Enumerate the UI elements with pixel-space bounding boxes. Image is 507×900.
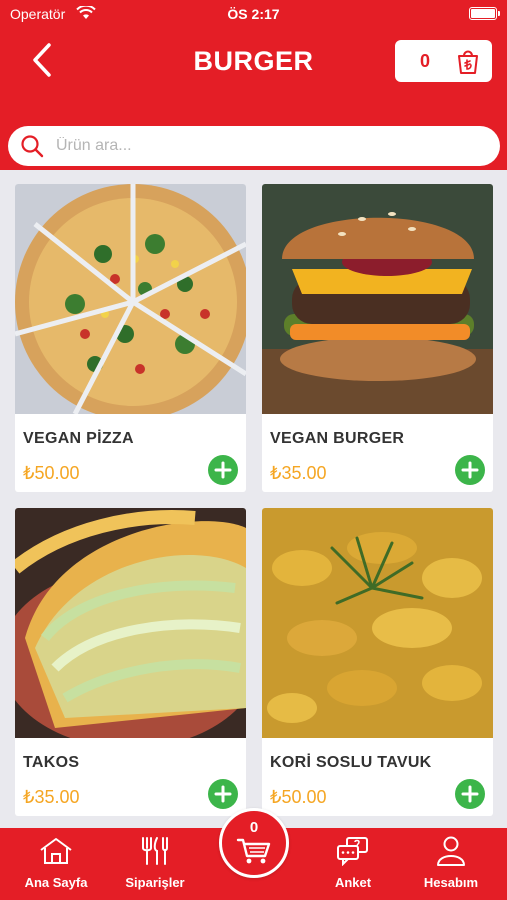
plus-icon	[214, 785, 232, 803]
product-card[interactable]: TAKOS ₺35.00	[15, 508, 246, 816]
vegan-burger-photo	[262, 184, 493, 414]
curry-chicken-photo	[262, 508, 493, 738]
tab-home-label: Ana Sayfa	[24, 875, 88, 890]
status-time: ÖS 2:17	[227, 6, 280, 22]
battery-tip	[498, 11, 500, 16]
tab-home[interactable]: Ana Sayfa	[6, 836, 106, 890]
product-card[interactable]: VEGAN BURGER ₺35.00	[262, 184, 493, 492]
battery-icon	[469, 7, 500, 20]
tab-orders-label: Siparişler	[125, 875, 185, 890]
product-name: VEGAN PİZZA	[23, 430, 134, 447]
add-to-cart-button[interactable]	[208, 455, 238, 485]
survey-chat-icon	[337, 837, 368, 867]
shopping-cart-icon	[236, 838, 271, 864]
add-to-cart-button[interactable]	[455, 455, 485, 485]
product-price: ₺35.00	[270, 463, 327, 483]
vegan-pizza-photo	[15, 184, 246, 414]
search-input[interactable]	[56, 137, 476, 155]
product-price: ₺50.00	[23, 463, 80, 483]
add-to-cart-button[interactable]	[455, 779, 485, 809]
tab-account[interactable]: Hesabım	[401, 836, 501, 890]
status-bar: Operatör ÖS 2:17	[0, 0, 507, 28]
search-bar[interactable]	[8, 126, 500, 166]
plus-icon	[461, 461, 479, 479]
tab-survey[interactable]: Anket	[303, 836, 403, 890]
product-card[interactable]: VEGAN PİZZA ₺50.00	[15, 184, 246, 492]
product-name: TAKOS	[23, 754, 80, 771]
cart-count: 0	[419, 50, 430, 71]
tab-account-label: Hesabım	[423, 875, 479, 890]
lira-bag-icon	[458, 50, 478, 74]
product-name: VEGAN BURGER	[270, 430, 405, 447]
cart-button[interactable]: 0	[395, 40, 492, 82]
product-price: ₺50.00	[270, 787, 327, 807]
product-card[interactable]: KORİ SOSLU TAVUK ₺50.00	[262, 508, 493, 816]
plus-icon	[214, 461, 232, 479]
fork-knife-icon	[142, 837, 168, 865]
battery-level	[471, 9, 495, 18]
home-icon	[40, 838, 72, 864]
product-name: KORİ SOSLU TAVUK	[270, 754, 432, 771]
cart-fab-button[interactable]: 0	[219, 808, 289, 878]
search-icon	[21, 135, 44, 158]
product-price: ₺35.00	[23, 787, 80, 807]
product-grid: VEGAN PİZZA ₺50.00 VEGAN BURGER ₺35.00 T…	[15, 184, 493, 816]
tacos-photo	[15, 508, 246, 738]
header: Operatör ÖS 2:17 BURGER 0	[0, 0, 507, 170]
plus-icon	[461, 785, 479, 803]
add-to-cart-button[interactable]	[208, 779, 238, 809]
fab-cart-count: 0	[249, 819, 259, 836]
tab-orders[interactable]: Siparişler	[105, 836, 205, 890]
tab-survey-label: Anket	[334, 875, 372, 890]
user-icon	[437, 836, 465, 866]
